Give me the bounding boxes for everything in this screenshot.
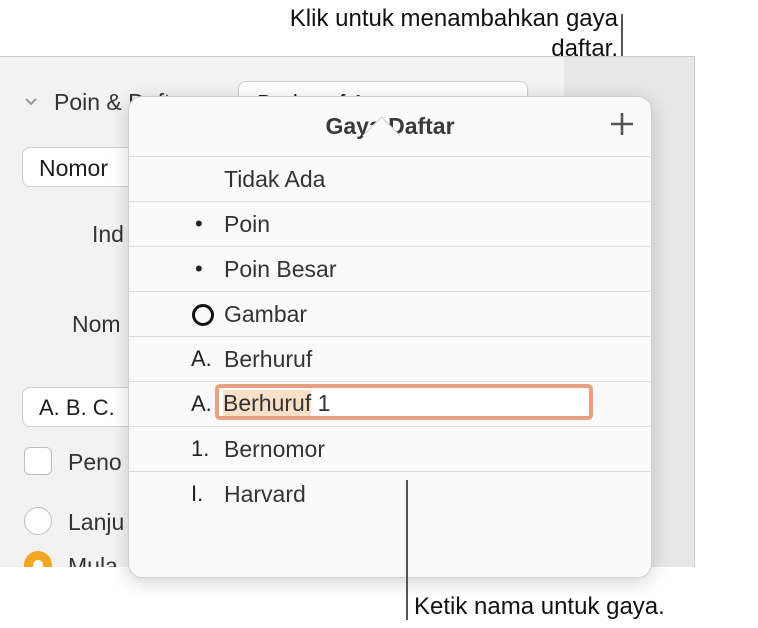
numbering-format-value: A. B. C. bbox=[39, 395, 115, 420]
type-name-callout: Ketik nama untuk gaya. bbox=[414, 593, 665, 620]
number-label-fragment: Nom bbox=[72, 311, 121, 337]
bullet-marker: • bbox=[195, 211, 203, 236]
list-styles-popover: Gaya Daftar Tidak Ada • Poin • Poin Besa… bbox=[128, 96, 652, 578]
selected-text: Berhuruf bbox=[223, 390, 312, 416]
unselected-text: 1 bbox=[311, 390, 331, 416]
continue-numbering-radio[interactable] bbox=[24, 507, 52, 535]
list-style-label: Berhuruf bbox=[224, 346, 313, 372]
list-style-row-lettered[interactable]: A. Berhuruf bbox=[129, 336, 651, 381]
list-style-row-numbered[interactable]: 1. Bernomor bbox=[129, 426, 651, 471]
callout-line-1: Klik untuk menambahkan gaya bbox=[289, 5, 618, 32]
list-style-row-none[interactable]: Tidak Ada bbox=[129, 156, 651, 201]
indent-label-fragment: Ind bbox=[92, 221, 124, 247]
number-marker: 1. bbox=[191, 436, 210, 461]
list-type-value: Nomor bbox=[39, 155, 109, 181]
ring-bullet-icon bbox=[192, 304, 214, 326]
radio-label-fragment-1: Lanju bbox=[68, 509, 125, 535]
letter-marker: A. bbox=[191, 346, 212, 371]
list-style-label: Gambar bbox=[224, 301, 308, 327]
bullet-marker: • bbox=[195, 256, 203, 281]
list-style-row-big-bullet[interactable]: • Poin Besar bbox=[129, 246, 651, 291]
tiered-numbers-checkbox[interactable] bbox=[24, 447, 52, 475]
radio-label-fragment-2: Mula bbox=[68, 553, 118, 567]
add-style-plus-icon[interactable] bbox=[607, 109, 637, 139]
checkbox-label-fragment: Peno bbox=[68, 449, 122, 475]
disclosure-chevron-icon[interactable] bbox=[24, 95, 38, 109]
style-name-text: Berhuruf 1 bbox=[223, 390, 330, 417]
list-style-label: Poin bbox=[224, 211, 271, 237]
roman-marker: I. bbox=[191, 481, 204, 506]
list-style-row-harvard[interactable]: I. Harvard bbox=[129, 471, 651, 516]
list-style-row-lettered-1-editing[interactable]: A. Berhuruf 1 bbox=[129, 381, 651, 426]
leader-line-bottom bbox=[406, 480, 408, 620]
list-style-label: Tidak Ada bbox=[224, 166, 326, 192]
add-style-callout: Klik untuk menambahkan gaya daftar. bbox=[290, 4, 618, 64]
list-style-row-image[interactable]: Gambar bbox=[129, 291, 651, 336]
list-style-label: Bernomor bbox=[224, 436, 325, 462]
list-style-row-bullet[interactable]: • Poin bbox=[129, 201, 651, 246]
list-styles-list: Tidak Ada • Poin • Poin Besar Gambar A. … bbox=[129, 156, 651, 516]
style-name-input[interactable]: Berhuruf 1 bbox=[215, 384, 593, 420]
list-style-label: Poin Besar bbox=[224, 256, 337, 282]
list-style-label: Harvard bbox=[224, 481, 306, 507]
